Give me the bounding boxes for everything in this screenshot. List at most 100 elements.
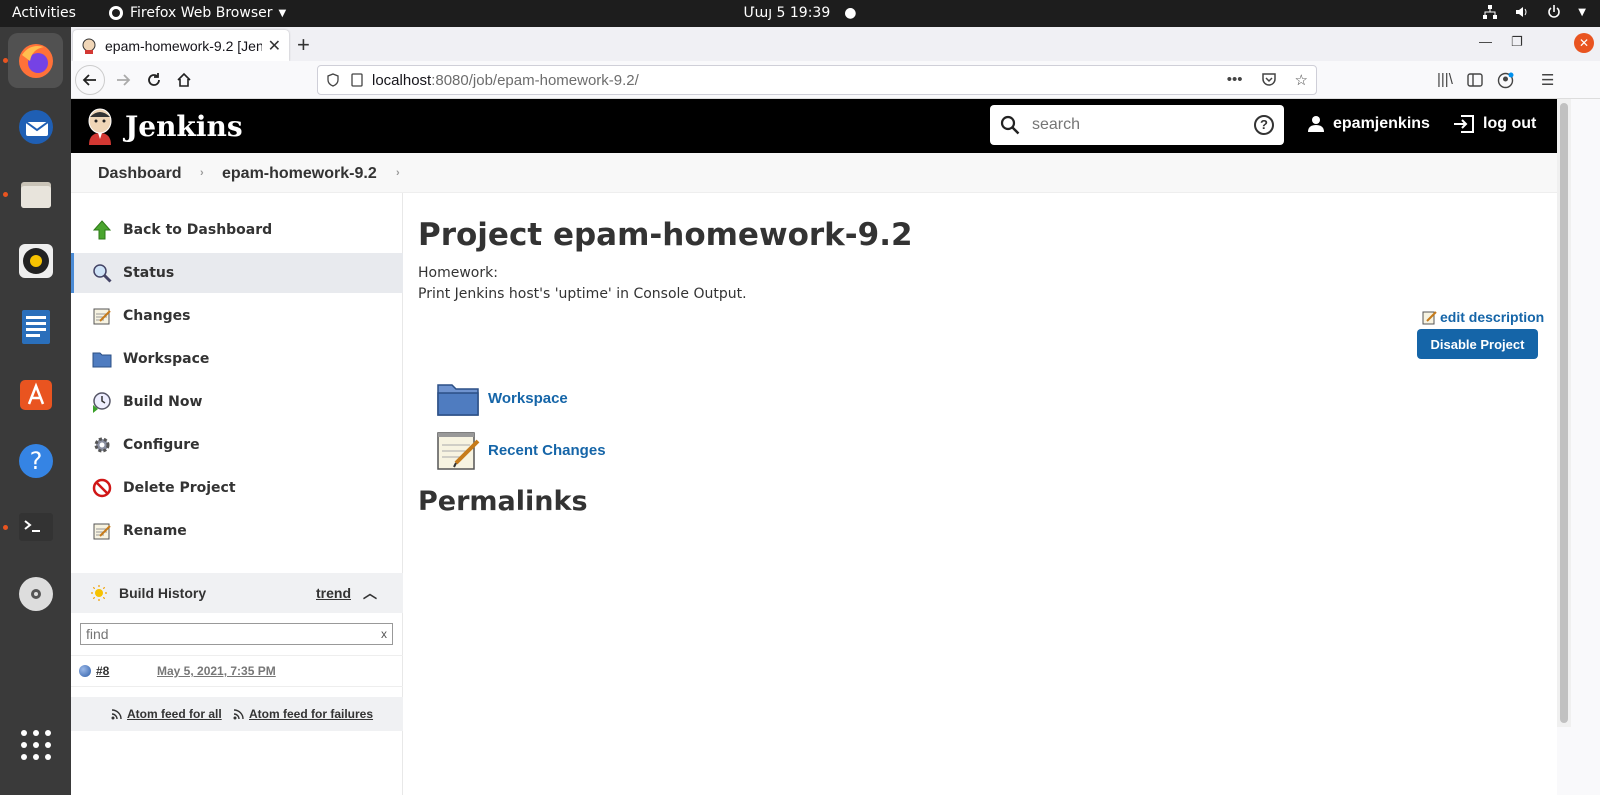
jenkins-logo[interactable]: Jenkins bbox=[85, 107, 243, 145]
page-actions-icon[interactable]: ••• bbox=[1227, 71, 1243, 89]
page-scrollbar[interactable] bbox=[1557, 99, 1571, 727]
tab-close-icon[interactable]: ✕ bbox=[268, 36, 281, 56]
task-build-now[interactable]: Build Now bbox=[71, 382, 403, 422]
home-button[interactable] bbox=[169, 65, 199, 95]
breadcrumb: Dashboard › epam-homework-9.2 › bbox=[71, 153, 1557, 193]
url-path: :8080/job/epam-homework-9.2/ bbox=[431, 71, 639, 89]
window-close-button[interactable]: ✕ bbox=[1574, 33, 1594, 53]
clear-filter-button[interactable]: x bbox=[381, 627, 387, 641]
feed-all-label: Atom feed for all bbox=[127, 707, 222, 721]
new-tab-button[interactable]: + bbox=[297, 32, 310, 58]
thunderbird-icon bbox=[18, 109, 53, 144]
build-filter-box: x bbox=[80, 623, 393, 645]
browser-tab[interactable]: epam-homework-9.2 [Jenkins] ✕ bbox=[73, 30, 289, 61]
forward-button[interactable] bbox=[108, 65, 138, 95]
back-arrow-icon bbox=[82, 74, 96, 86]
breadcrumb-dashboard[interactable]: Dashboard bbox=[98, 165, 182, 183]
tab-strip: epam-homework-9.2 [Jenkins] ✕ + — ❐ ✕ bbox=[71, 27, 1600, 61]
jenkins-brand: Jenkins bbox=[125, 109, 243, 143]
system-tray[interactable]: ▼ bbox=[1482, 4, 1586, 20]
url-host: localhost bbox=[372, 71, 432, 89]
search-help-icon[interactable]: ? bbox=[1254, 115, 1274, 135]
search-input[interactable] bbox=[1032, 116, 1254, 134]
task-configure[interactable]: Configure bbox=[71, 425, 403, 465]
help-icon: ? bbox=[18, 443, 53, 478]
task-back-to-dashboard[interactable]: Back to Dashboard bbox=[71, 210, 403, 250]
dock-thunderbird[interactable] bbox=[8, 99, 63, 154]
dock-files[interactable] bbox=[8, 166, 63, 221]
clock[interactable]: Մայ 5 19:39 bbox=[744, 5, 831, 21]
notepad-icon bbox=[91, 305, 113, 327]
build-status-ball-icon bbox=[79, 665, 91, 677]
breadcrumb-chevron-icon[interactable]: › bbox=[200, 167, 204, 179]
task-changes[interactable]: Changes bbox=[71, 296, 403, 336]
url-bar[interactable]: localhost:8080/job/epam-homework-9.2/ ••… bbox=[317, 65, 1317, 95]
workspace-link[interactable]: Workspace bbox=[436, 379, 568, 417]
pocket-icon[interactable] bbox=[1261, 71, 1277, 87]
dock-terminal[interactable] bbox=[8, 499, 63, 554]
task-label: Configure bbox=[123, 437, 200, 453]
jenkins-header: Jenkins ? epamjenkins log out bbox=[71, 99, 1557, 153]
library-icon[interactable]: |||\ bbox=[1437, 71, 1453, 88]
side-panel: Back to Dashboard Status Changes Workspa… bbox=[71, 193, 403, 795]
dock-libreoffice-writer[interactable] bbox=[8, 299, 63, 354]
logout-link[interactable]: log out bbox=[1453, 115, 1536, 133]
recent-changes-link[interactable]: Recent Changes bbox=[436, 429, 606, 471]
dock-dvd[interactable] bbox=[8, 566, 63, 621]
scrollbar-thumb[interactable] bbox=[1560, 103, 1568, 723]
search-icon bbox=[1000, 115, 1020, 135]
edit-description-link[interactable]: edit description bbox=[1422, 309, 1544, 325]
logout-label: log out bbox=[1483, 115, 1537, 132]
task-workspace[interactable]: Workspace bbox=[71, 339, 403, 379]
terminal-icon bbox=[18, 512, 53, 541]
notepad-icon bbox=[91, 520, 113, 542]
dock-rhythmbox[interactable] bbox=[8, 233, 63, 288]
trend-link[interactable]: trend bbox=[316, 585, 351, 601]
project-description: Homework: Print Jenkins host's 'uptime' … bbox=[418, 263, 747, 305]
tab-title: epam-homework-9.2 [Jenkins] bbox=[105, 37, 262, 54]
build-number-link[interactable]: #8 bbox=[96, 664, 109, 678]
jenkins-search-box[interactable]: ? bbox=[990, 105, 1284, 145]
volume-icon bbox=[1516, 7, 1527, 17]
minimize-button[interactable]: — bbox=[1479, 34, 1492, 49]
page-info-icon bbox=[351, 73, 363, 87]
task-label: Status bbox=[123, 265, 175, 281]
dock-firefox[interactable] bbox=[8, 33, 63, 88]
task-rename[interactable]: Rename bbox=[71, 511, 403, 551]
task-delete-project[interactable]: Delete Project bbox=[71, 468, 403, 508]
disable-project-button[interactable]: Disable Project bbox=[1417, 329, 1538, 359]
rhythmbox-icon bbox=[18, 243, 53, 278]
account-icon[interactable] bbox=[1497, 72, 1514, 89]
home-icon bbox=[177, 72, 191, 87]
reload-button[interactable] bbox=[139, 65, 169, 95]
user-link[interactable]: epamjenkins bbox=[1307, 115, 1430, 133]
task-status[interactable]: Status bbox=[71, 253, 403, 293]
shield-icon bbox=[327, 73, 339, 87]
build-date-link[interactable]: May 5, 2021, 7:35 PM bbox=[157, 664, 276, 678]
sidebar-icon[interactable] bbox=[1467, 72, 1483, 88]
feed-failures-link[interactable]: Atom feed for failures bbox=[233, 707, 373, 721]
recent-changes-link-label: Recent Changes bbox=[488, 441, 606, 459]
dock-software[interactable] bbox=[8, 366, 63, 421]
dock-show-apps[interactable] bbox=[8, 717, 63, 772]
back-button[interactable] bbox=[75, 65, 105, 95]
caret-down-icon: ▼ bbox=[1578, 6, 1586, 18]
menu-hamburger-icon[interactable]: ☰ bbox=[1541, 71, 1554, 89]
app-menu[interactable]: Firefox Web Browser ▼ bbox=[108, 5, 286, 21]
activities-button[interactable]: Activities bbox=[12, 5, 76, 21]
build-filter-input[interactable] bbox=[86, 626, 381, 642]
feed-failures-label: Atom feed for failures bbox=[249, 707, 374, 721]
chevron-up-icon[interactable]: ︿ bbox=[363, 583, 377, 603]
jenkins-butler-icon bbox=[88, 108, 112, 145]
rss-icon bbox=[233, 708, 244, 719]
task-label: Changes bbox=[123, 308, 191, 324]
dock-help[interactable]: ? bbox=[8, 433, 63, 488]
breadcrumb-chevron-icon[interactable]: › bbox=[396, 167, 400, 179]
bookmark-star-icon[interactable]: ☆ bbox=[1295, 71, 1308, 89]
svg-text:?: ? bbox=[29, 447, 42, 475]
breadcrumb-project[interactable]: epam-homework-9.2 bbox=[222, 165, 377, 183]
maximize-button[interactable]: ❐ bbox=[1511, 34, 1523, 50]
system-top-bar: Activities Firefox Web Browser ▼ Մայ 5 1… bbox=[0, 0, 1600, 27]
feed-all-link[interactable]: Atom feed for all bbox=[111, 707, 222, 721]
atom-feeds: Atom feed for all Atom feed for failures bbox=[71, 697, 403, 731]
